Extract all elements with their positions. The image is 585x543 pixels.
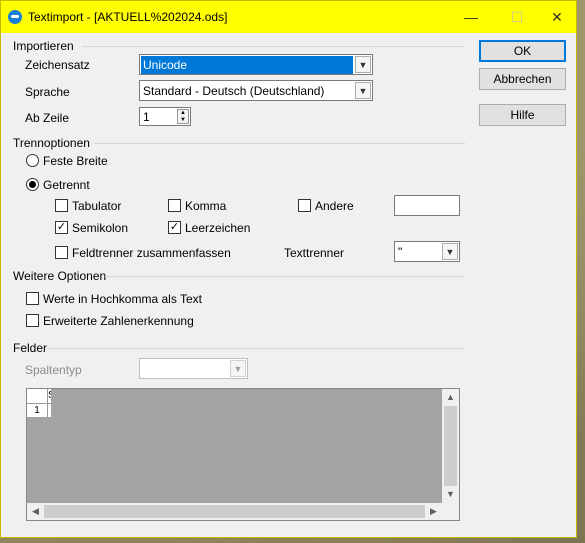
comma-label[interactable]: Komma [185, 199, 226, 213]
scroll-corner [442, 503, 459, 520]
chevron-down-icon[interactable]: ▼ [355, 82, 371, 99]
merge-delimiters-checkbox[interactable] [55, 246, 68, 259]
quoted-as-text-checkbox[interactable] [26, 292, 39, 305]
column-type-label: Spaltentyp [25, 363, 82, 377]
scroll-thumb[interactable] [44, 505, 425, 518]
tab-checkbox[interactable] [55, 199, 68, 212]
scroll-left-icon[interactable]: ◀ [27, 503, 44, 520]
fixed-width-radio[interactable] [26, 154, 39, 167]
other-separator-input[interactable] [394, 195, 460, 216]
merge-delimiters-label[interactable]: Feldtrenner zusammenfassen [72, 246, 231, 260]
horizontal-scrollbar[interactable]: ◀ ▶ [27, 503, 442, 520]
column-header[interactable]: S [47, 389, 51, 403]
fixed-width-label[interactable]: Feste Breite [43, 154, 108, 168]
section-fields-heading: Felder [13, 341, 48, 355]
semicolon-label[interactable]: Semikolon [72, 221, 128, 235]
window-title: Textimport - [AKTUELL%202024.ods] [28, 10, 228, 24]
from-row-label: Ab Zeile [25, 111, 70, 125]
grid-corner [27, 389, 47, 403]
chevron-down-icon: ▼ [230, 360, 246, 377]
scroll-right-icon[interactable]: ▶ [425, 503, 442, 520]
libreoffice-icon [8, 10, 22, 24]
language-value: Standard - Deutsch (Deutschland) [143, 84, 325, 98]
vertical-scrollbar[interactable]: ▲ ▼ [442, 389, 459, 503]
from-row-stepper[interactable]: 1 ▲ ▼ [139, 107, 191, 126]
from-row-value: 1 [143, 110, 150, 124]
space-checkbox[interactable]: ✓ [168, 221, 181, 234]
ok-button[interactable]: OK [479, 40, 566, 62]
scroll-down-icon[interactable]: ▼ [442, 486, 459, 503]
space-label[interactable]: Leerzeichen [185, 221, 250, 235]
section-divider [47, 348, 465, 349]
detect-numbers-label[interactable]: Erweiterte Zahlenerkennung [43, 314, 194, 328]
quoted-as-text-label[interactable]: Werte in Hochkomma als Text [43, 292, 202, 306]
preview-grid[interactable]: S 1 ▲ ▼ ◀ ▶ [26, 388, 460, 521]
help-button[interactable]: Hilfe [479, 104, 566, 126]
spin-arrows-icon[interactable]: ▲ ▼ [177, 109, 189, 124]
language-label: Sprache [25, 85, 70, 99]
maximize-button: ☐ [510, 9, 524, 25]
chevron-down-icon[interactable]: ▼ [442, 243, 458, 260]
section-divider [105, 276, 465, 277]
scroll-up-icon[interactable]: ▲ [442, 389, 459, 406]
title-bar[interactable]: Textimport - [AKTUELL%202024.ods] — ☐ ✕ [1, 1, 576, 33]
close-button[interactable]: ✕ [538, 1, 576, 33]
charset-label: Zeichensatz [25, 58, 90, 72]
row-header[interactable]: 1 [27, 403, 47, 417]
other-checkbox[interactable] [298, 199, 311, 212]
cancel-button[interactable]: Abbrechen [479, 68, 566, 90]
chevron-down-icon[interactable]: ▼ [355, 56, 371, 73]
section-divider [94, 143, 465, 144]
column-type-select: ▼ [139, 358, 248, 379]
scroll-thumb[interactable] [444, 406, 457, 486]
text-import-dialog: Textimport - [AKTUELL%202024.ods] — ☐ ✕ … [0, 0, 577, 538]
language-select[interactable]: Standard - Deutsch (Deutschland) ▼ [139, 80, 373, 101]
separated-label[interactable]: Getrennt [43, 178, 90, 192]
grid-cell[interactable] [47, 403, 51, 417]
detect-numbers-checkbox[interactable] [26, 314, 39, 327]
charset-select[interactable]: Unicode ▼ [139, 54, 373, 75]
text-delimiter-value: " [398, 245, 403, 259]
tab-label[interactable]: Tabulator [72, 199, 121, 213]
separated-radio[interactable] [26, 178, 39, 191]
section-import-heading: Importieren [13, 39, 74, 53]
section-separator-heading: Trennoptionen [13, 136, 90, 150]
minimize-button[interactable]: — [452, 1, 490, 33]
section-divider [82, 46, 465, 47]
charset-value: Unicode [141, 56, 353, 74]
semicolon-checkbox[interactable]: ✓ [55, 221, 68, 234]
other-label[interactable]: Andere [315, 199, 354, 213]
section-more-heading: Weitere Optionen [13, 269, 107, 283]
text-delimiter-label: Texttrenner [284, 246, 345, 260]
comma-checkbox[interactable] [168, 199, 181, 212]
text-delimiter-select[interactable]: " ▼ [394, 241, 460, 262]
